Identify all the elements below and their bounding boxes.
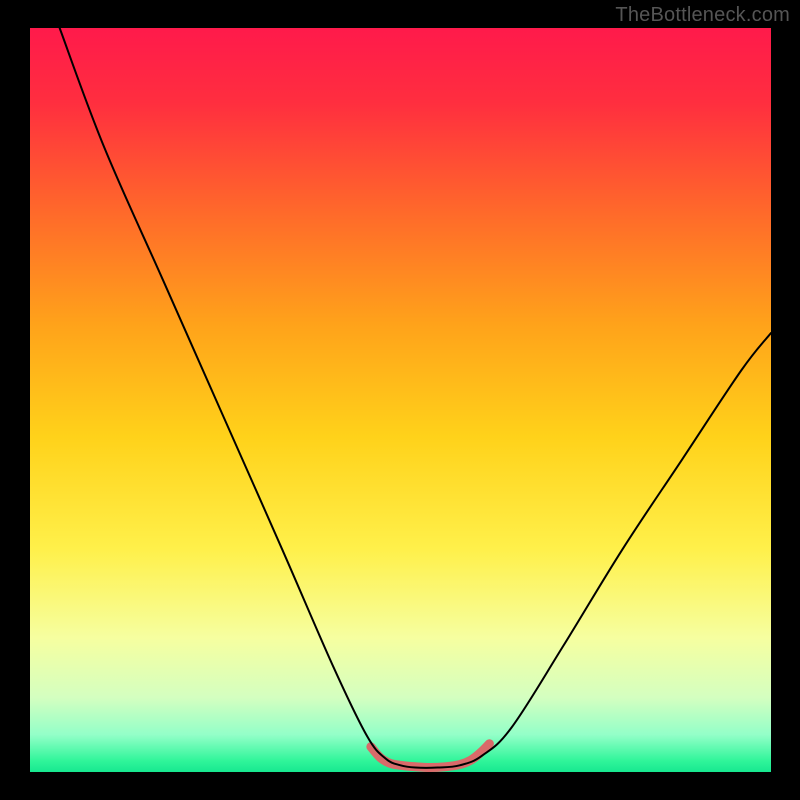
gradient-background	[30, 28, 771, 772]
watermark-text: TheBottleneck.com	[615, 4, 790, 27]
bottleneck-chart	[0, 0, 800, 800]
chart-container: TheBottleneck.com	[0, 0, 800, 800]
